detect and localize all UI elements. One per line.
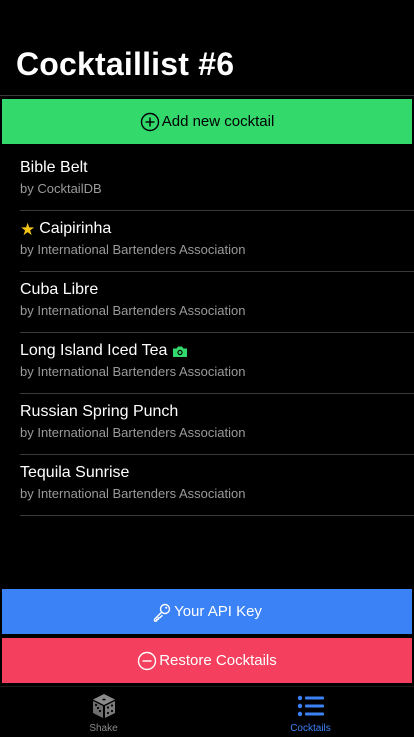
api-key-label: Your API Key	[174, 603, 262, 620]
cocktail-name: Cuba Libre	[20, 281, 99, 298]
star-icon: ★	[20, 219, 36, 239]
cocktail-author: by International Bartenders Association	[20, 242, 246, 257]
cocktail-author: by International Bartenders Association	[20, 364, 246, 379]
minus-circle-icon	[137, 651, 157, 671]
tab-cocktails-label: Cocktails	[290, 723, 331, 734]
key-icon	[152, 602, 172, 622]
plus-circle-icon	[140, 112, 160, 132]
list-item[interactable]: Long Island Iced Tea by International Ba…	[20, 333, 414, 394]
list-icon	[297, 691, 325, 721]
page-title: Cocktaillist #6	[16, 46, 235, 82]
cocktail-author: by International Bartenders Association	[20, 303, 246, 318]
tab-shake[interactable]: Shake	[0, 687, 207, 737]
restore-cocktails-button[interactable]: Restore Cocktails	[2, 638, 412, 683]
cocktail-author: by International Bartenders Association	[20, 425, 246, 440]
api-key-button[interactable]: Your API Key	[2, 589, 412, 634]
title-divider	[0, 95, 414, 96]
list-item[interactable]: Cuba Libre by International Bartenders A…	[20, 272, 414, 333]
list-item[interactable]: ★ Caipirinha by International Bartenders…	[20, 211, 414, 272]
cocktail-name: Long Island Iced Tea	[20, 342, 168, 359]
cocktail-name: Caipirinha	[39, 220, 112, 237]
dice-icon	[90, 691, 118, 721]
camera-icon	[172, 345, 188, 358]
add-cocktail-button[interactable]: Add new cocktail	[2, 99, 412, 144]
list-item[interactable]: Tequila Sunrise by International Bartend…	[20, 455, 414, 516]
tab-shake-label: Shake	[89, 723, 118, 734]
tab-cocktails[interactable]: Cocktails	[207, 687, 414, 737]
tab-bar: Shake Cocktails	[0, 686, 414, 737]
list-item[interactable]: Bible Belt by CocktailDB	[20, 150, 414, 211]
cocktail-author: by International Bartenders Association	[20, 486, 246, 501]
cocktail-author: by CocktailDB	[20, 181, 102, 196]
add-cocktail-label: Add new cocktail	[161, 113, 275, 130]
cocktail-name: Bible Belt	[20, 159, 88, 176]
restore-cocktails-label: Restore Cocktails	[159, 652, 277, 669]
cocktail-list: Bible Belt by CocktailDB ★ Caipirinha by…	[20, 150, 414, 516]
list-item[interactable]: Russian Spring Punch by International Ba…	[20, 394, 414, 455]
cocktail-name: Russian Spring Punch	[20, 403, 179, 420]
cocktail-name: Tequila Sunrise	[20, 464, 130, 481]
